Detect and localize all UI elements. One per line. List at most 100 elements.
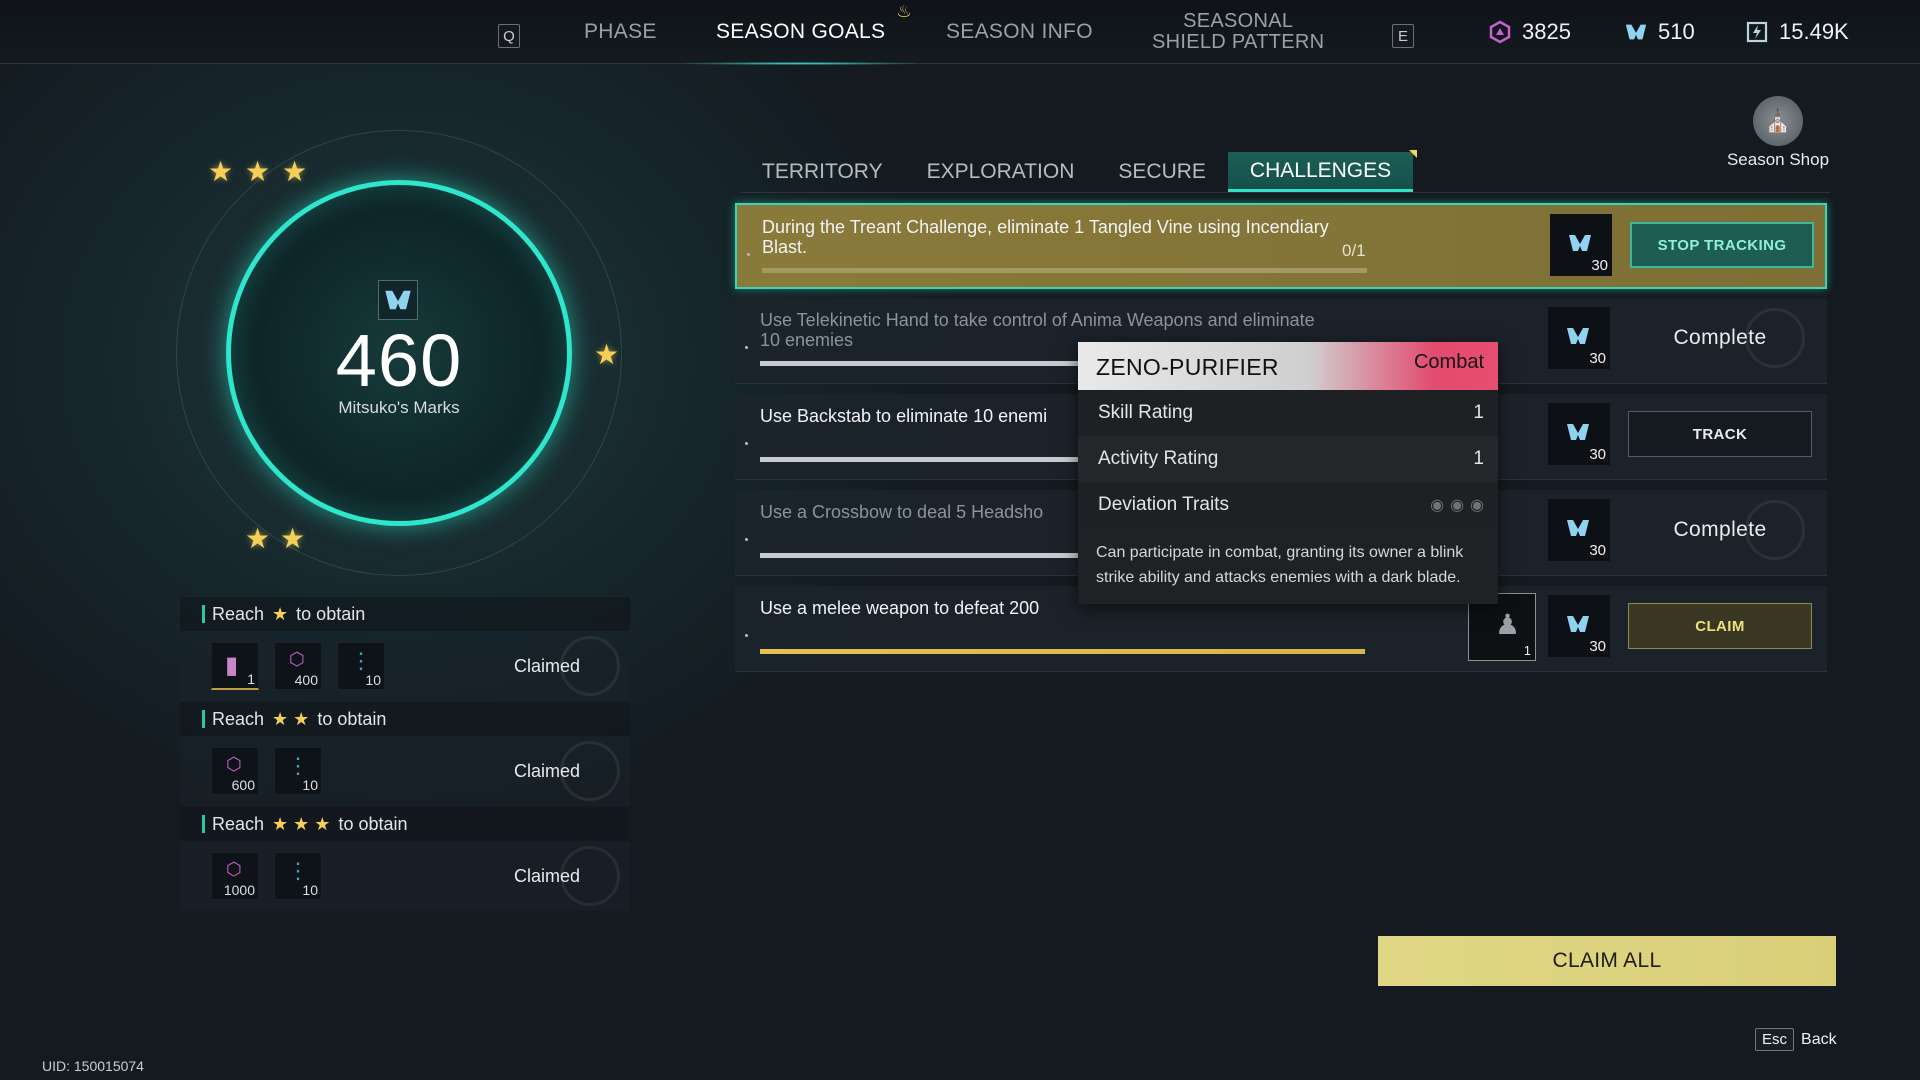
tier-suffix: to obtain	[296, 603, 366, 624]
star-icon: ★	[245, 156, 271, 187]
reward-count: 1	[247, 671, 255, 687]
season-shop-label: Season Shop	[1726, 150, 1830, 169]
tier-prefix: Reach	[212, 708, 265, 729]
star-icon: ★	[272, 603, 289, 624]
tooltip-name: ZENO-PURIFIER	[1096, 354, 1279, 380]
currency-hexagon: 3825	[1488, 0, 1571, 64]
bullet-dot	[747, 253, 750, 256]
challenge-row[interactable]: During the Treant Challenge, eliminate 1…	[735, 203, 1827, 289]
dna-strand-icon: ⋮	[287, 858, 309, 883]
tier-header-2: Reach ★ ★ to obtain	[180, 702, 630, 736]
claim-all-button[interactable]: CLAIM ALL	[1378, 936, 1836, 986]
nav-label-line1: SEASONAL	[1183, 10, 1294, 32]
reward-item[interactable]: ⋮ 10	[274, 852, 322, 900]
reward-count: 400	[294, 672, 318, 688]
complete-check-icon	[1745, 308, 1805, 368]
reward-marks: 30	[1548, 307, 1610, 369]
nav-tab-seasonal-shield-pattern[interactable]: SEASONAL SHIELD PATTERN	[1152, 0, 1324, 64]
reward-count: 10	[302, 882, 318, 898]
reward-count: 10	[365, 672, 381, 688]
tooltip-row-skill: Skill Rating 1	[1078, 390, 1498, 436]
mitsuko-mark-icon	[378, 280, 418, 320]
item-count: 1	[1523, 643, 1531, 658]
tab-secure[interactable]: SECURE	[1096, 152, 1228, 192]
hexagon-currency-icon	[1488, 20, 1512, 44]
nav-tab-season-goals[interactable]: SEASON GOALS	[685, 0, 916, 65]
mitsuko-mark-icon	[1624, 20, 1648, 44]
tier-suffix: to obtain	[317, 708, 387, 729]
nav-tab-season-info[interactable]: SEASON INFO	[946, 0, 1093, 64]
shop-icon: ⛪	[1753, 96, 1803, 146]
bullet-dot	[745, 538, 748, 541]
tab-territory[interactable]: TERRITORY	[740, 152, 905, 192]
tab-exploration[interactable]: EXPLORATION	[905, 152, 1097, 192]
currency-value: 510	[1658, 19, 1695, 44]
tier-prefix: Reach	[212, 813, 265, 834]
claim-button[interactable]: CLAIM	[1628, 603, 1812, 649]
tooltip-tag: Combat	[1413, 351, 1484, 373]
reward-marks: 30	[1548, 595, 1610, 657]
currency-energy: 15.49K	[1745, 0, 1849, 64]
mitsuko-mark-icon	[1565, 517, 1591, 544]
nav-tab-phase[interactable]: PHASE	[584, 0, 657, 64]
nav-label-line2: SHIELD PATTERN	[1152, 31, 1325, 53]
tier-header-3: Reach ★ ★ ★ to obtain	[180, 807, 630, 841]
notification-icon[interactable]: ♨	[895, 2, 913, 22]
challenge-count: 0/1	[1342, 241, 1366, 260]
hexagon-currency-icon: ⬡	[289, 649, 305, 669]
reward-count: 30	[1589, 638, 1606, 655]
reward-count: 600	[231, 777, 255, 793]
deviation-traits-icons: ◉ ◉ ◉	[1430, 495, 1484, 515]
mitsuko-mark-icon	[1565, 421, 1591, 448]
prev-tab-key-hint[interactable]: Q	[498, 24, 520, 48]
bullet-dot	[745, 442, 748, 445]
next-tab-key-hint[interactable]: E	[1392, 24, 1414, 48]
back-label: Back	[1801, 1030, 1837, 1048]
progress-bar	[762, 268, 1367, 273]
marks-value: 460	[335, 319, 463, 402]
reward-item[interactable]: ⋮ 10	[337, 642, 385, 690]
complete-check-icon	[1745, 500, 1805, 560]
star-icon: ★ ★ ★	[272, 813, 331, 834]
reward-item[interactable]: ⋮ 10	[274, 747, 322, 795]
star-icon: ★	[594, 339, 620, 370]
currency-value: 15.49K	[1779, 19, 1849, 44]
dna-strand-icon: ⋮	[287, 753, 309, 778]
progress-fill	[760, 649, 1365, 654]
tier-status: Claimed	[514, 866, 581, 886]
track-button[interactable]: TRACK	[1628, 411, 1812, 457]
dna-strand-icon: ⋮	[350, 648, 372, 673]
reward-marks: 30	[1548, 403, 1610, 465]
reward-item[interactable]: ⬡ 400	[274, 642, 322, 690]
user-id: UID: 150015074	[42, 1058, 144, 1074]
reward-count: 30	[1589, 350, 1606, 367]
esc-key-hint: Esc	[1755, 1028, 1795, 1051]
mitsuko-mark-icon	[1567, 232, 1593, 259]
tooltip-header: ZENO-PURIFIER Combat	[1078, 342, 1498, 390]
tab-divider	[740, 192, 1830, 193]
currency-value: 3825	[1522, 19, 1571, 44]
tier-status: Claimed	[514, 656, 581, 676]
tooltip-row-label: Activity Rating	[1098, 448, 1219, 469]
reward-item[interactable]: ⬡ 1000	[211, 852, 259, 900]
challenge-text: During the Treant Challenge, eliminate 1…	[762, 217, 1329, 257]
star-icon: ★	[208, 156, 234, 187]
eye-icon: ◉	[1470, 497, 1484, 514]
tooltip-row-deviation: Deviation Traits ◉ ◉ ◉	[1078, 482, 1498, 528]
stop-tracking-button[interactable]: STOP TRACKING	[1630, 222, 1814, 268]
tier-suffix: to obtain	[338, 813, 408, 834]
goal-category-tabs: TERRITORY EXPLORATION SECURE CHALLENGES	[740, 150, 1418, 192]
reward-marks: 30	[1550, 214, 1612, 276]
eye-icon: ◉	[1430, 497, 1445, 514]
tier-prefix: Reach	[212, 603, 265, 624]
tab-challenges[interactable]: CHALLENGES	[1227, 150, 1418, 192]
star-icon: ★	[245, 523, 271, 554]
reward-count: 30	[1589, 542, 1606, 559]
currency-marks: 510	[1624, 0, 1695, 64]
tier-status: Claimed	[514, 761, 581, 781]
back-button[interactable]: Esc Back	[1755, 1028, 1837, 1051]
season-shop-button[interactable]: ⛪ Season Shop	[1722, 96, 1834, 170]
mitsuko-mark-icon	[1565, 613, 1591, 640]
reward-item[interactable]: ⬡ 600	[211, 747, 259, 795]
reward-item[interactable]: ▮ 1	[211, 642, 259, 690]
